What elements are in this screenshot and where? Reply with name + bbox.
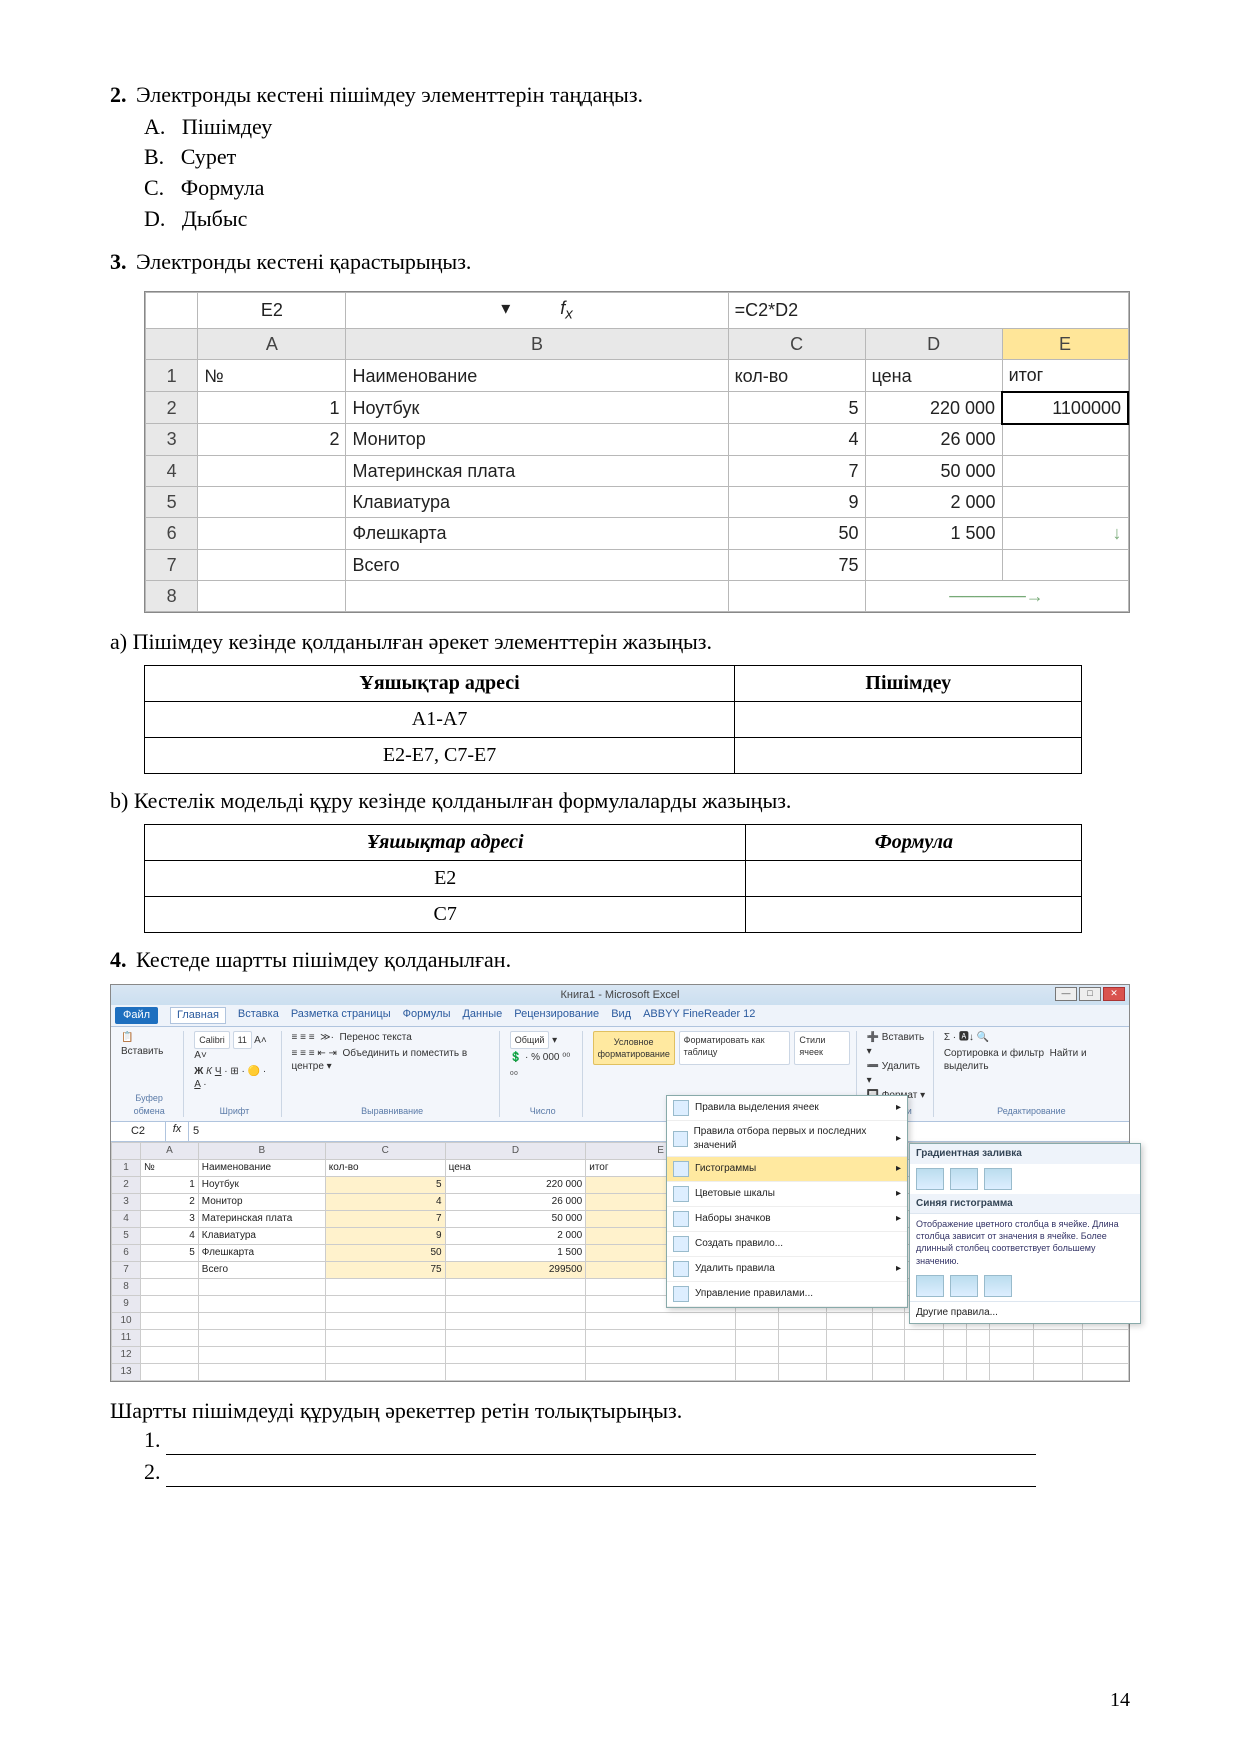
ribbon-tabs: Файл Главная Вставка Разметка страницы Ф… [111,1005,1129,1027]
title-bar: Книга1 - Microsoft Excel — □ ✕ [111,985,1129,1005]
tab-formulas: Формулы [403,1007,451,1024]
fx-icon: fx [166,1122,189,1141]
menu-color-scales: Цветовые шкалы▸ [667,1182,907,1207]
q3-number: 3. [110,249,127,274]
cond-format-menu: Правила выделения ячеек▸ Правила отбора … [666,1095,908,1308]
menu-top-bottom: Правила отбора первых и последних значен… [667,1121,907,1157]
group-font: Calibri 11 A˄ A˅ Ж К Ч · ⊞ · 🟡 · A · Шри… [188,1031,281,1117]
table-row: 11 [112,1329,1129,1346]
table-row: 8 ──────→ [146,580,1129,611]
q3a-table: Ұяшықтар адресіПішімдеу A1-A7 E2-E7, C7-… [144,665,1082,774]
submenu-other-rules: Другие правила... [910,1301,1140,1324]
group-editing: Σ · 🅰↓ 🔍 Сортировка и фильтр Найти и выд… [938,1031,1125,1117]
page-number: 14 [1110,1687,1130,1714]
menu-highlight-rules: Правила выделения ячеек▸ [667,1096,907,1121]
q4-number: 4. [110,947,127,972]
name-box-excel: C2 [111,1122,166,1141]
fill-line-2: 2. [144,1457,1130,1487]
fx-icon: fx [560,298,573,318]
formula-bar: E2 ▾ fx =C2*D2 [146,293,1129,329]
spreadsheet-q3: E2 ▾ fx =C2*D2 A B C D E 1 № Наименовани… [144,291,1130,613]
arrow-right-icon: ──────→ [865,580,1128,611]
merge-center: Объединить и поместить в центре [292,1048,468,1073]
menu-data-bars: Гистограммы▸ [667,1157,907,1182]
data-bars-submenu: Градиентная заливка Синяя гистограмма От… [909,1143,1141,1324]
submenu-blue-header: Синяя гистограмма [910,1194,1140,1214]
menu-new-rule: Создать правило... [667,1232,907,1257]
tab-layout: Разметка страницы [291,1007,391,1024]
format-as-table: Форматировать как таблицу [679,1031,791,1065]
formula-bar-excel: C2 fx 5 [111,1122,1129,1142]
formula-value: =C2*D2 [728,293,1128,329]
question-4: 4. Кестеде шартты пішімдеу қолданылған. … [110,945,1130,1487]
tab-review: Рецензирование [514,1007,599,1024]
table-row: 2 1 Ноутбук 5 220 000 1100000 [146,392,1129,424]
table-row: 4 Материнская плата 7 50 000 [146,455,1129,486]
window-buttons: — □ ✕ [1055,987,1125,1001]
q2-options: A. Пішімдеу B. Сурет C. Формула D. Дыбыс [144,112,1130,234]
minimize-icon: — [1055,987,1077,1001]
name-box: E2 [198,293,346,329]
q3b-label: b) Кестелік модельді құру кезінде қолдан… [110,786,1130,816]
table-row: 7 Всего 75 [146,549,1129,580]
group-clipboard: 📋 Вставить Буфер обмена [115,1031,184,1117]
tab-abbyy: ABBYY FineReader 12 [643,1007,755,1024]
question-2: 2. Электронды кестені пішімдеу элементте… [110,80,1130,233]
table-row: 3 2 Монитор 4 26 000 [146,424,1129,455]
table-row: 13 [112,1363,1129,1380]
menu-manage-rules: Управление правилами... [667,1282,907,1307]
group-number: Общий ▾ 💲 · % 000 ⁰⁰ ₀₀ Число [504,1031,583,1117]
tab-view: Вид [611,1007,631,1024]
tab-file: Файл [115,1007,158,1024]
ribbon: 📋 Вставить Буфер обмена Calibri 11 A˄ A˅… [111,1027,1129,1122]
q4-post: Шартты пішімдеуді құрудың әрекеттер реті… [110,1396,1130,1426]
table-row: 6 Флешкарта 50 1 500 ↓ [146,518,1129,549]
col-header-row: A B C D E [146,328,1129,359]
menu-clear-rules: Удалить правила▸ [667,1257,907,1282]
tab-insert: Вставка [238,1007,279,1024]
tab-home: Главная [170,1007,226,1024]
q3a-label: a) Пішімдеу кезінде қолданылған әрекет э… [110,627,1130,657]
question-3: 3. Электронды кестені қарастырыңыз. E2 ▾… [110,247,1130,932]
menu-icon-sets: Наборы значков▸ [667,1207,907,1232]
q2-opt-c: C. Формула [144,173,1130,203]
q2-opt-b: B. Сурет [144,142,1130,172]
group-align: ≡ ≡ ≡ ≫· Перенос текста ≡ ≡ ≡ ⇤ ⇥ Объеди… [286,1031,500,1117]
excel-screenshot: Книга1 - Microsoft Excel — □ ✕ Файл Глав… [110,984,1130,1381]
formula-value-excel: 5 [189,1122,1129,1141]
submenu-desc: Отображение цветного столбца в ячейке. Д… [910,1213,1140,1271]
cond-format-button: Условное форматирование [593,1031,675,1065]
tab-data: Данные [462,1007,502,1024]
q4-text: Кестеде шартты пішімдеу қолданылған. [136,947,511,972]
close-icon: ✕ [1103,987,1125,1001]
maximize-icon: □ [1079,987,1101,1001]
q2-text: Электронды кестені пішімдеу элементтерін… [136,82,643,107]
q3b-table: Ұяшықтар адресіФормула E2 C7 [144,824,1082,933]
q3-text: Электронды кестені қарастырыңыз. [136,249,471,274]
cell-styles: Стили ячеек [794,1031,849,1065]
solid-swatches [910,1271,1140,1301]
wrap-text: Перенос текста [339,1032,411,1043]
submenu-gradient-header: Градиентная заливка [910,1144,1140,1164]
q2-opt-a: A. Пішімдеу [144,112,1130,142]
gradient-swatches [910,1164,1140,1194]
q2-opt-d: D. Дыбыс [144,204,1130,234]
table-row: 1 № Наименование кол-во цена итог [146,360,1129,392]
table-row: 5 Клавиатура 9 2 000 [146,486,1129,517]
fill-line-1: 1. [144,1425,1130,1455]
fill-handle-icon: ↓ [1002,518,1128,549]
table-row: 12 [112,1346,1129,1363]
q2-number: 2. [110,82,127,107]
